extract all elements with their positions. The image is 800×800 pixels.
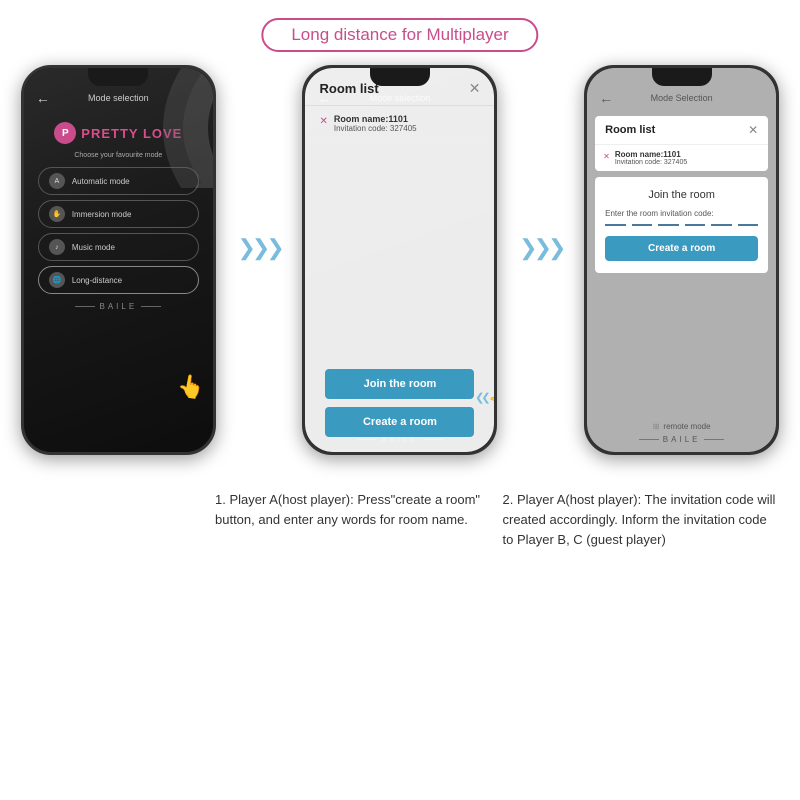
dash-1 (605, 224, 626, 226)
modal-header: Room list ✕ (305, 68, 494, 106)
back-arrow-icon[interactable]: ← (36, 90, 50, 106)
mode-btn-longdistance[interactable]: 🌐 Long-distance (38, 266, 199, 294)
room-list-title-p3: Room list (605, 124, 655, 136)
enter-code-label: Enter the room invitation code: (605, 209, 758, 218)
baile-footer: BAILE (24, 302, 213, 311)
modal-title: Room list (319, 81, 378, 96)
immersion-icon: ✋ (49, 206, 65, 222)
brand-icon: P (54, 122, 76, 144)
phones-row: ← Mode selection P PRETTY LOVE Choose yo… (10, 65, 790, 455)
phone3-screen: ← Mode Selection Room list ✕ ✕ Room name… (587, 68, 776, 452)
dash-6 (738, 224, 759, 226)
room-list-modal: Room list ✕ ✕ Room name:1101 Invitation … (305, 68, 494, 452)
room-name: Room name:1101 (334, 114, 417, 124)
descriptions-row: 1. Player A(host player): Press"create a… (215, 490, 780, 550)
arrow-chevrons-1: ❯❯❯ (238, 235, 281, 261)
join-room-panel: Join the room Enter the room invitation … (595, 177, 768, 273)
longdistance-icon: 🌐 (49, 272, 65, 288)
inv-code-p3: Invitation code: 327405 (615, 159, 687, 166)
room-list-item[interactable]: ✕ Room name:1101 Invitation code: 327405 (305, 106, 494, 142)
room-info-p3: Room name:1101 Invitation code: 327405 (615, 150, 687, 166)
mode-btn-music[interactable]: ♪ Music mode (38, 233, 199, 261)
phone2-wrap: ← Mode selection Room list ✕ ✕ Room name… (302, 65, 497, 455)
left-arrows: ❮❮ (475, 391, 487, 404)
title-banner: Long distance for Multiplayer (261, 18, 538, 52)
longdistance-label: Long-distance (72, 276, 122, 285)
room-invitation-code: Invitation code: 327405 (334, 124, 417, 133)
room-list-panel-p3: Room list ✕ ✕ Room name:1101 Invitation … (595, 116, 768, 171)
phone3-wrap: ← Mode Selection Room list ✕ ✕ Room name… (584, 65, 779, 455)
immersion-label: Immersion mode (72, 210, 132, 219)
screen3-header: ← Mode Selection (587, 68, 776, 112)
dash-4 (685, 224, 706, 226)
screen3-footer: ⊞ remote mode BAILE (587, 422, 776, 444)
baile-p3: BAILE (639, 435, 725, 444)
music-icon: ♪ (49, 239, 65, 255)
desc-block-2: 2. Player A(host player): The invitation… (503, 490, 781, 550)
mode-sel-p3: Mode Selection (651, 93, 713, 103)
desc-text-2: 2. Player A(host player): The invitation… (503, 490, 781, 550)
room-x-icon: ✕ (319, 116, 327, 127)
desc-text-1: 1. Player A(host player): Press"create a… (215, 490, 493, 530)
title-text: Long distance for Multiplayer (291, 25, 508, 44)
room-item-p3[interactable]: ✕ Room name:1101 Invitation code: 327405 (595, 145, 768, 171)
join-room-title: Join the room (605, 189, 758, 201)
automatic-icon: A (49, 173, 65, 189)
phone2: ← Mode selection Room list ✕ ✕ Room name… (302, 65, 497, 455)
room-info: Room name:1101 Invitation code: 327405 (334, 114, 417, 133)
phone2-screen: ← Mode selection Room list ✕ ✕ Room name… (305, 68, 494, 452)
create-room-btn-p3[interactable]: Create a room (605, 236, 758, 261)
desc-block-1: 1. Player A(host player): Press"create a… (215, 490, 493, 550)
hand-icon-p2: 👆 (488, 385, 495, 410)
mode-btn-immersion[interactable]: ✋ Immersion mode (38, 200, 199, 228)
phone3: ← Mode Selection Room list ✕ ✕ Room name… (584, 65, 779, 455)
remote-icon-p3: ⊞ (653, 422, 660, 431)
dash-3 (658, 224, 679, 226)
back-arrow-p3[interactable]: ← (599, 90, 613, 106)
modal-buttons: Join the room Create a room (305, 359, 494, 452)
phone1-wrap: ← Mode selection P PRETTY LOVE Choose yo… (21, 65, 216, 455)
mode-selection-label: Mode selection (88, 93, 149, 103)
dash-2 (632, 224, 653, 226)
room-x-p3: ✕ (603, 152, 610, 161)
code-dashes (605, 224, 758, 226)
join-room-btn[interactable]: Join the room (325, 369, 474, 399)
arrows-2-3: ❯❯❯ (519, 235, 562, 261)
remote-label-p3: remote mode (663, 422, 710, 431)
room-list-close-p3[interactable]: ✕ (748, 123, 758, 137)
room-name-p3: Room name:1101 (615, 150, 687, 159)
room-list-header-p3: Room list ✕ (595, 116, 768, 145)
phone1-screen: ← Mode selection P PRETTY LOVE Choose yo… (24, 68, 213, 452)
hand-arrows-p2: ❮❮ 👆 (475, 385, 494, 410)
arrows-1-2: ❯❯❯ (238, 235, 281, 261)
create-room-btn[interactable]: Create a room (325, 407, 474, 437)
hand-cursor-phone1: 👆 (175, 372, 207, 402)
modal-close-btn[interactable]: ✕ (469, 80, 481, 97)
arrow-chevrons-2: ❯❯❯ (519, 235, 562, 261)
music-label: Music mode (72, 243, 115, 252)
phone1: ← Mode selection P PRETTY LOVE Choose yo… (21, 65, 216, 455)
remote-bar-p3: ⊞ remote mode (653, 422, 711, 431)
screen1-header: ← Mode selection (24, 68, 213, 112)
dash-5 (711, 224, 732, 226)
